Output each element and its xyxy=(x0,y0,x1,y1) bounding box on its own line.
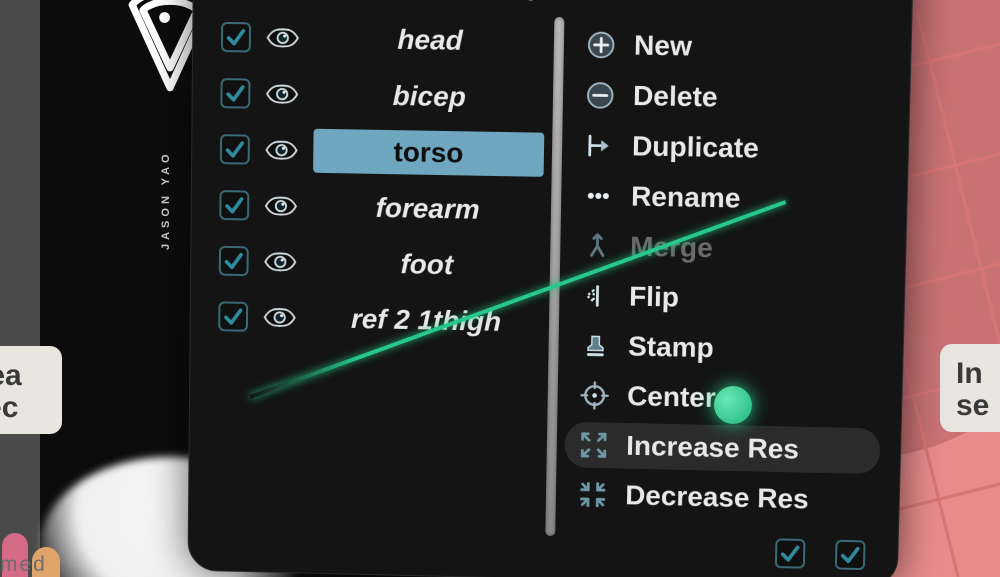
visibility-eye-icon[interactable] xyxy=(262,299,298,335)
laser-dot xyxy=(714,386,752,424)
action-label: Delete xyxy=(633,80,718,114)
action-new[interactable]: New xyxy=(571,21,891,73)
layer-checkbox[interactable] xyxy=(221,22,251,53)
action-label: New xyxy=(634,29,693,62)
action-stamp[interactable]: Stamp xyxy=(566,322,883,374)
author-label: JASON YAO xyxy=(160,150,172,250)
action-label: Merge xyxy=(630,231,713,265)
panel-divider xyxy=(545,17,564,536)
tooltip-right: In se xyxy=(940,344,1000,432)
plus-icon xyxy=(583,28,618,63)
layer-row: torso xyxy=(220,124,545,180)
action-label: Flip xyxy=(629,281,680,314)
action-rename[interactable]: Rename xyxy=(568,172,887,224)
action-delete[interactable]: Delete xyxy=(570,72,889,124)
contract-icon xyxy=(575,477,609,511)
action-increase_res[interactable]: Increase Res xyxy=(564,422,881,475)
layer-name[interactable]: bicep xyxy=(314,73,546,121)
visibility-eye-icon[interactable] xyxy=(264,76,300,113)
action-label: Stamp xyxy=(628,330,714,364)
action-merge: Merge xyxy=(568,222,886,274)
action-label: Rename xyxy=(631,180,741,214)
layer-row: forearm xyxy=(219,180,543,236)
layer-checkbox[interactable] xyxy=(219,190,249,220)
layer-checkbox[interactable] xyxy=(218,301,248,331)
bottom-check-row xyxy=(775,538,866,570)
action-label: Increase Res xyxy=(626,430,800,466)
layer-row: foot xyxy=(219,236,543,292)
action-decrease_res[interactable]: Decrease Res xyxy=(563,471,879,524)
layer-checkbox[interactable] xyxy=(220,78,250,109)
ellipsis-icon xyxy=(581,179,616,214)
minus-icon xyxy=(582,78,617,113)
action-label: Decrease Res xyxy=(625,479,809,515)
action-label: Center xyxy=(627,380,716,414)
layer-name[interactable]: foot xyxy=(312,241,543,289)
tooltip-left: crea elec xyxy=(0,346,62,434)
duplicate-icon xyxy=(581,128,616,163)
layer-name[interactable]: forearm xyxy=(312,185,543,233)
action-list: New Delete Duplicate Rename Merge Flip Stamp Ce… xyxy=(563,17,891,549)
footer-text: med xyxy=(0,553,47,577)
center-icon xyxy=(577,378,612,412)
expand-icon xyxy=(576,428,611,462)
footer-checkbox-2[interactable] xyxy=(835,540,866,570)
visibility-eye-icon[interactable] xyxy=(265,20,301,57)
action-label: Duplicate xyxy=(632,130,760,164)
visibility-eye-icon[interactable] xyxy=(263,132,299,169)
action-duplicate[interactable]: Duplicate xyxy=(569,122,888,174)
visibility-eye-icon[interactable] xyxy=(262,244,298,280)
layer-name[interactable]: head xyxy=(314,16,546,64)
stamp-icon xyxy=(578,328,613,363)
layer-list: head bicep torso forearm footref 2 1thigh xyxy=(216,12,546,542)
layer-name[interactable]: torso xyxy=(313,129,544,177)
layer-row: head xyxy=(221,12,547,67)
layer-checkbox[interactable] xyxy=(220,134,250,164)
layer-checkbox[interactable] xyxy=(219,246,249,276)
flip-icon xyxy=(579,279,614,314)
visibility-eye-icon[interactable] xyxy=(263,188,299,225)
footer-checkbox-1[interactable] xyxy=(775,538,806,568)
action-flip[interactable]: Flip xyxy=(567,272,885,324)
layer-row: ref 2 1thigh xyxy=(218,291,541,347)
layer-row: bicep xyxy=(220,68,545,124)
merge-icon xyxy=(580,229,615,264)
